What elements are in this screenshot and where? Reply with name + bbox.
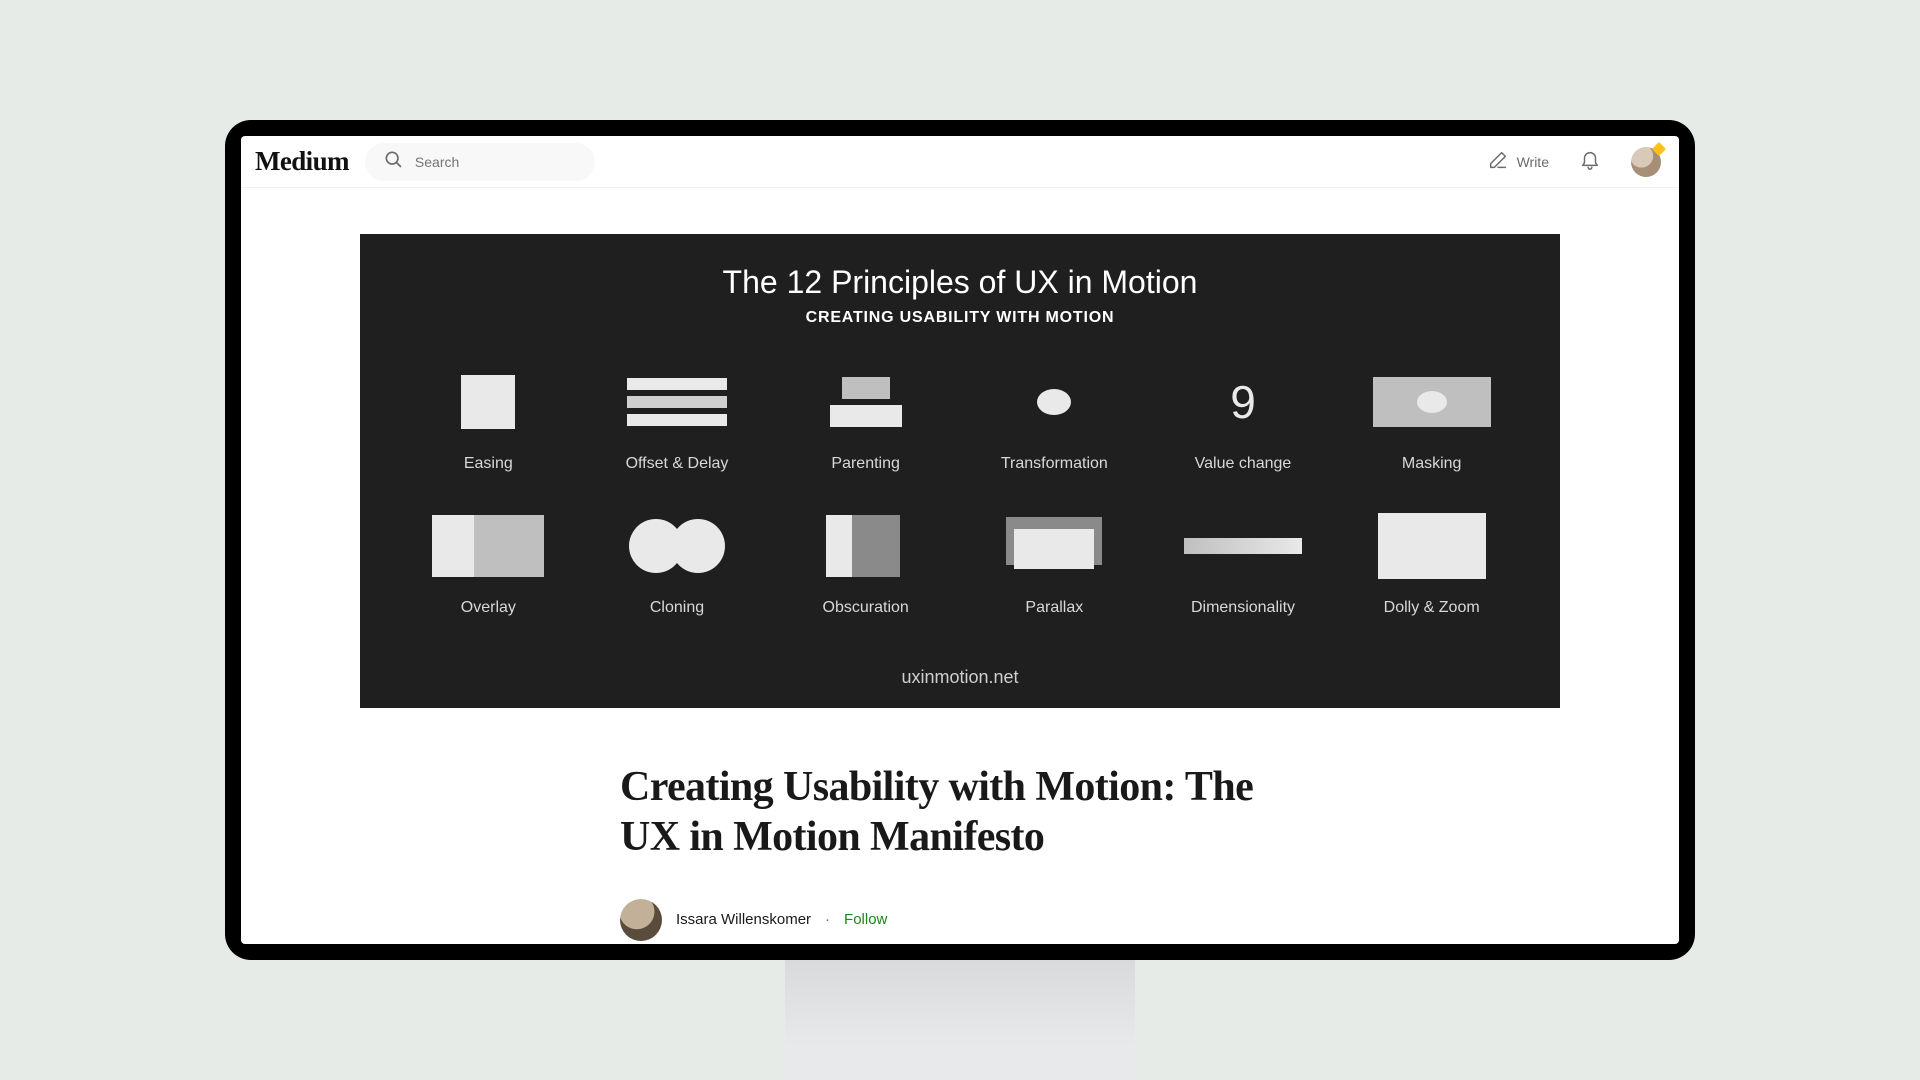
principle-thumb bbox=[428, 369, 548, 435]
principle-overlay: Overlay bbox=[400, 513, 577, 617]
search-icon bbox=[383, 149, 403, 174]
write-button[interactable]: Write bbox=[1487, 149, 1549, 174]
principle-label: Easing bbox=[464, 455, 513, 473]
hero-infographic: The 12 Principles of UX in Motion CREATI… bbox=[360, 234, 1560, 708]
hero-subtitle: CREATING USABILITY WITH MOTION bbox=[400, 309, 1520, 327]
follow-button[interactable]: Follow bbox=[844, 911, 887, 928]
principle-thumb bbox=[994, 513, 1114, 579]
principle-thumb bbox=[1372, 369, 1492, 435]
screen: Medium bbox=[241, 136, 1679, 944]
monitor-bezel: Medium bbox=[225, 120, 1695, 960]
principle-cloning: Cloning bbox=[589, 513, 766, 617]
principle-easing: Easing bbox=[400, 369, 577, 473]
principle-label: Dimensionality bbox=[1191, 599, 1295, 617]
principle-thumb: 9 bbox=[1183, 369, 1303, 435]
article-headline: Creating Usability with Motion: The UX i… bbox=[620, 762, 1300, 863]
principle-dolly-zoom: Dolly & Zoom bbox=[1343, 513, 1520, 617]
author-name[interactable]: Issara Willenskomer bbox=[676, 911, 811, 928]
principle-thumb bbox=[994, 369, 1114, 435]
article-header: Creating Usability with Motion: The UX i… bbox=[620, 762, 1300, 941]
principle-label: Cloning bbox=[650, 599, 704, 617]
separator-dot: · bbox=[825, 911, 830, 928]
principle-obscuration: Obscuration bbox=[777, 513, 954, 617]
search-field[interactable] bbox=[365, 143, 595, 181]
principle-label: Value change bbox=[1195, 455, 1292, 473]
principle-transformation: Transformation bbox=[966, 369, 1143, 473]
principle-thumb bbox=[428, 513, 548, 579]
principles-grid: Easing Offset & Delay Pare bbox=[400, 369, 1520, 617]
principle-parenting: Parenting bbox=[777, 369, 954, 473]
monitor-stand bbox=[785, 956, 1135, 1080]
avatar[interactable] bbox=[1631, 147, 1661, 177]
principle-thumb bbox=[1372, 513, 1492, 579]
principle-label: Dolly & Zoom bbox=[1384, 599, 1480, 617]
principle-offset-delay: Offset & Delay bbox=[589, 369, 766, 473]
principle-label: Overlay bbox=[461, 599, 516, 617]
principle-value-change: 9 Value change bbox=[1155, 369, 1332, 473]
principle-thumb bbox=[617, 369, 737, 435]
principle-label: Parallax bbox=[1025, 599, 1083, 617]
principle-thumb bbox=[617, 513, 737, 579]
hero-footer: uxinmotion.net bbox=[400, 667, 1520, 688]
value-glyph: 9 bbox=[1230, 375, 1256, 429]
notifications-icon[interactable] bbox=[1579, 148, 1601, 175]
monitor-mockup: Medium bbox=[225, 120, 1695, 960]
site-header: Medium bbox=[241, 136, 1679, 188]
search-input[interactable] bbox=[415, 154, 577, 170]
principle-label: Masking bbox=[1402, 455, 1462, 473]
hero-title: The 12 Principles of UX in Motion bbox=[400, 264, 1520, 301]
principle-label: Transformation bbox=[1001, 455, 1108, 473]
write-label: Write bbox=[1517, 154, 1549, 170]
principle-parallax: Parallax bbox=[966, 513, 1143, 617]
principle-dimensionality: Dimensionality bbox=[1155, 513, 1332, 617]
logo[interactable]: Medium bbox=[255, 146, 349, 177]
author-avatar[interactable] bbox=[620, 899, 662, 941]
article-body: The 12 Principles of UX in Motion CREATI… bbox=[241, 188, 1679, 944]
write-icon bbox=[1487, 149, 1509, 174]
principle-thumb bbox=[806, 513, 926, 579]
principle-label: Obscuration bbox=[823, 599, 909, 617]
principle-label: Offset & Delay bbox=[626, 455, 729, 473]
principle-masking: Masking bbox=[1343, 369, 1520, 473]
principle-label: Parenting bbox=[831, 455, 900, 473]
principle-thumb bbox=[1183, 513, 1303, 579]
principle-thumb bbox=[806, 369, 926, 435]
author-row: Issara Willenskomer · Follow bbox=[620, 899, 1300, 941]
header-actions: Write bbox=[1487, 147, 1661, 177]
